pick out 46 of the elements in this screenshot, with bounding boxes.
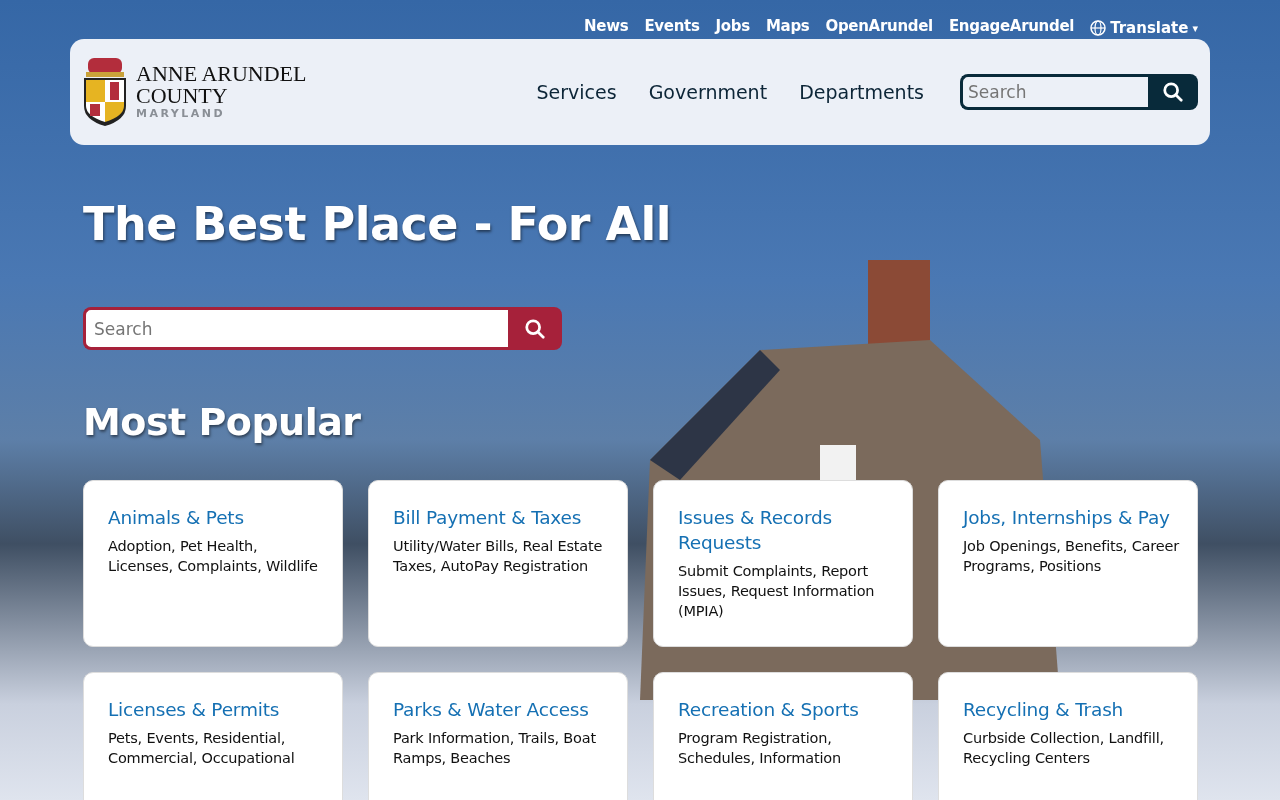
main-nav-link[interactable]: Services (536, 81, 617, 103)
card-description: Utility/Water Bills, Real Estate Taxes, AutoPay Registration (393, 537, 604, 576)
topic-card[interactable]: Animals & Pets Adoption, Pet Health, Licenses, Complaints, Wildlife (83, 480, 343, 647)
card-title[interactable]: Bill Payment & Taxes (393, 505, 609, 530)
topic-card[interactable]: Licenses & Permits Pets, Events, Residential, Commercial, Occupational (83, 672, 343, 800)
card-title[interactable]: Parks & Water Access (393, 697, 609, 722)
hero-title: The Best Place - For All (83, 197, 673, 251)
card-title[interactable]: Animals & Pets (108, 505, 324, 530)
topic-card[interactable]: Bill Payment & Taxes Utility/Water Bills, Real Estate Taxes, AutoPay Registration (368, 480, 628, 647)
card-title[interactable]: Recycling & Trash (963, 697, 1179, 722)
main-search-field[interactable]: Search (83, 307, 508, 350)
topic-card[interactable]: Parks & Water Access Park Information, Trails, Boat Ramps, Beaches (368, 672, 628, 800)
card-title[interactable]: Jobs, Internships & Pay (963, 505, 1179, 530)
card-description: Curbside Collection, Landfill, Recycling Centers (963, 729, 1165, 768)
card-description: Adoption, Pet Health, Licenses, Complaints, Wildlife (108, 537, 319, 576)
card-title[interactable]: Recreation & Sports (678, 697, 894, 722)
utility-link[interactable]: Jobs (715, 17, 750, 39)
logo-subtitle: MARYLAND (136, 107, 227, 121)
card-title[interactable]: Issues & Records Requests (678, 505, 894, 555)
utility-link[interactable]: Maps (765, 17, 810, 39)
topic-card[interactable]: Recycling & Trash Curbside Collection, Landfill, Recycling Centers (938, 672, 1198, 800)
card-description: Park Information, Trails, Boat Ramps, Beaches (393, 729, 597, 768)
main-nav-link[interactable]: Government (648, 81, 768, 103)
card-title[interactable]: Licenses & Permits (108, 697, 324, 722)
globe-icon (1090, 20, 1107, 36)
utility-link[interactable]: EngageArundel (948, 17, 1075, 39)
logo-text: COUNTY (136, 85, 229, 107)
section-heading: Most Popular (83, 400, 362, 444)
logo-text: ANNE ARUNDEL (136, 63, 307, 85)
utility-link[interactable]: OpenArundel (825, 17, 933, 39)
search-button[interactable] (1148, 74, 1198, 110)
translate-button[interactable]: Translate ▾ (1090, 17, 1198, 39)
card-description: Job Openings, Benefits, Career Programs, Positions (963, 537, 1179, 576)
card-description: Program Registration, Schedules, Information (678, 729, 842, 768)
topic-card[interactable]: Jobs, Internships & Pay Job Openings, Benefits, Career Programs, Positions (938, 480, 1198, 647)
search-button[interactable] (508, 307, 562, 350)
topic-card[interactable]: Issues & Records Requests Submit Complaints, Report Issues, Request Information (MPIA) (653, 480, 913, 647)
topic-card[interactable]: Recreation & Sports Program Registration, Schedules, Information (653, 672, 913, 800)
main-nav-link[interactable]: Departments (799, 81, 924, 103)
utility-link[interactable]: Events (644, 17, 700, 39)
search-icon (524, 317, 546, 340)
card-description: Pets, Events, Residential, Commercial, Occupational (108, 729, 296, 768)
card-description: Submit Complaints, Report Issues, Request Information (MPIA) (678, 562, 876, 621)
utility-link[interactable]: News (584, 17, 629, 39)
search-icon (1162, 81, 1184, 103)
header-search-field[interactable]: Search (960, 74, 1148, 110)
